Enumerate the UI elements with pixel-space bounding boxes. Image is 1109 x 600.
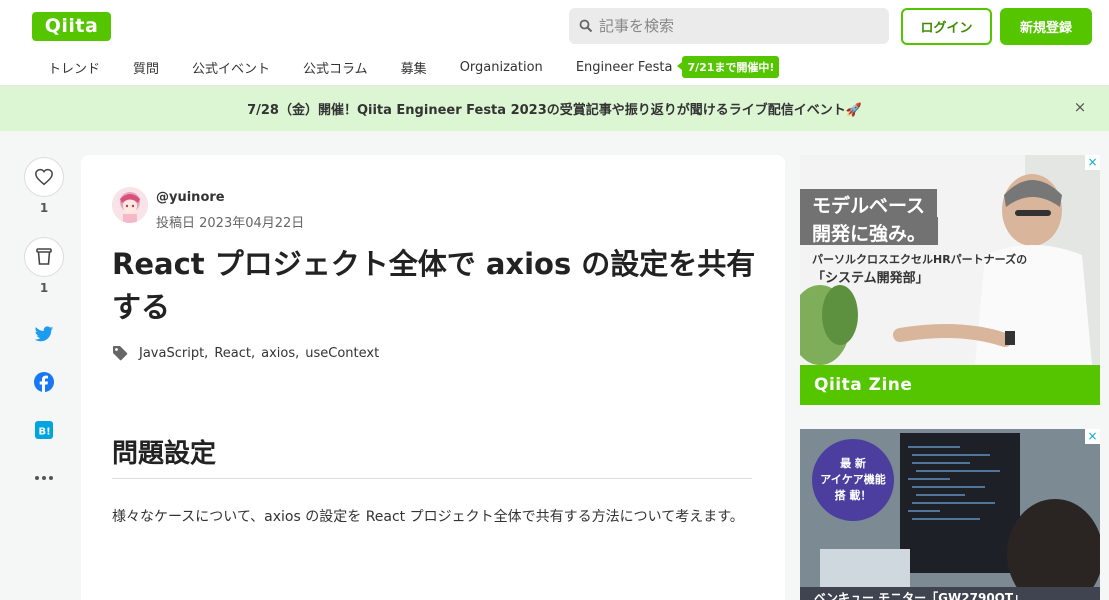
- stock-icon: [36, 248, 52, 265]
- nav-engineer-festa[interactable]: Engineer Festa: [576, 60, 673, 75]
- author-name[interactable]: @yuinore: [156, 190, 225, 205]
- tag-axios[interactable]: axios: [261, 346, 295, 361]
- ad-headline-1: モデルベース: [800, 189, 938, 217]
- qiita-zine-logo: Qiita Zine: [814, 375, 913, 395]
- stock-count: 1: [39, 281, 49, 295]
- article-paragraph: 様々なケースについて、axios の設定を React プロジェクト全体で共有す…: [112, 509, 744, 525]
- ad-product-name: ベンキュー モニター「GW2790QT」: [800, 587, 1100, 600]
- stock-button[interactable]: [24, 237, 64, 277]
- nav-official-events[interactable]: 公式イベント: [192, 58, 270, 77]
- nav-recruitment[interactable]: 募集: [401, 58, 427, 77]
- ad-close-icon[interactable]: ×: [1085, 155, 1100, 170]
- ad-qiita-zine[interactable]: モデルベース 開発に強み。 パーソルクロスエクセルHRパートナーズの 「システム…: [800, 155, 1100, 405]
- nav-organization[interactable]: Organization: [460, 60, 543, 75]
- event-banner[interactable]: 7/28（金）開催！Qiita Engineer Festa 2023の受賞記事…: [0, 86, 1109, 131]
- nav-trend[interactable]: トレンド: [48, 58, 100, 77]
- tag-icon: [112, 345, 130, 361]
- ad-subtext-2: 「システム開発部」: [812, 271, 929, 286]
- nav-questions[interactable]: 質問: [133, 58, 159, 77]
- ad-subtext-1: パーソルクロスエクセルHRパートナーズの: [812, 253, 1028, 266]
- site-header: Qiita ログイン 新規登録 トレンド 質問 公式イベント 公式コラム 募集 …: [0, 0, 1109, 86]
- tag-usecontext[interactable]: useContext: [305, 346, 379, 361]
- banner-text[interactable]: 7/28（金）開催！Qiita Engineer Festa 2023の受賞記事…: [0, 99, 1109, 118]
- ad-headline-2: 開発に強み。: [800, 217, 939, 245]
- close-icon[interactable]: ×: [1072, 98, 1088, 116]
- facebook-share-icon[interactable]: [34, 372, 54, 392]
- ad-benq-monitor[interactable]: 最 新 アイケア機能 搭 載！ ベンキュー モニター「GW2790QT」 ×: [800, 429, 1100, 600]
- main-nav: トレンド 質問 公式イベント 公式コラム 募集 Organization Eng…: [32, 56, 780, 78]
- tag-javascript[interactable]: JavaScript: [139, 346, 204, 361]
- festa-badge: 7/21まで開催中!: [677, 56, 780, 78]
- search-icon: [579, 19, 593, 33]
- heart-icon: [35, 168, 53, 186]
- twitter-share-icon[interactable]: [34, 324, 54, 344]
- avatar[interactable]: [112, 187, 148, 223]
- posted-date: 投稿日 2023年04月22日: [156, 216, 305, 231]
- article-title: React プロジェクト全体で axios の設定を共有する: [112, 247, 756, 324]
- tag-react[interactable]: React: [214, 346, 251, 361]
- signup-button[interactable]: 新規登録: [1000, 8, 1092, 45]
- nav-official-columns[interactable]: 公式コラム: [303, 58, 368, 77]
- ad-feature-badge: 最 新 アイケア機能 搭 載！: [812, 439, 894, 521]
- ad-close-icon[interactable]: ×: [1085, 429, 1100, 444]
- search-input[interactable]: [599, 8, 879, 44]
- qiita-logo[interactable]: Qiita: [32, 12, 111, 41]
- tag-list: JavaScript, React, axios, useContext: [112, 343, 379, 363]
- like-count: 1: [39, 201, 49, 215]
- hatena-bookmark-icon[interactable]: B!: [34, 420, 54, 440]
- ad-brand-bar: Qiita Zine: [800, 365, 1100, 405]
- more-options-icon[interactable]: [34, 468, 54, 488]
- search-box[interactable]: [569, 8, 889, 44]
- section-heading: 問題設定: [112, 433, 752, 479]
- login-button[interactable]: ログイン: [901, 8, 992, 45]
- svg-text:B!: B!: [39, 427, 51, 438]
- article-card: @yuinore 投稿日 2023年04月22日 React プロジェクト全体で…: [81, 155, 785, 600]
- like-button[interactable]: [24, 157, 64, 197]
